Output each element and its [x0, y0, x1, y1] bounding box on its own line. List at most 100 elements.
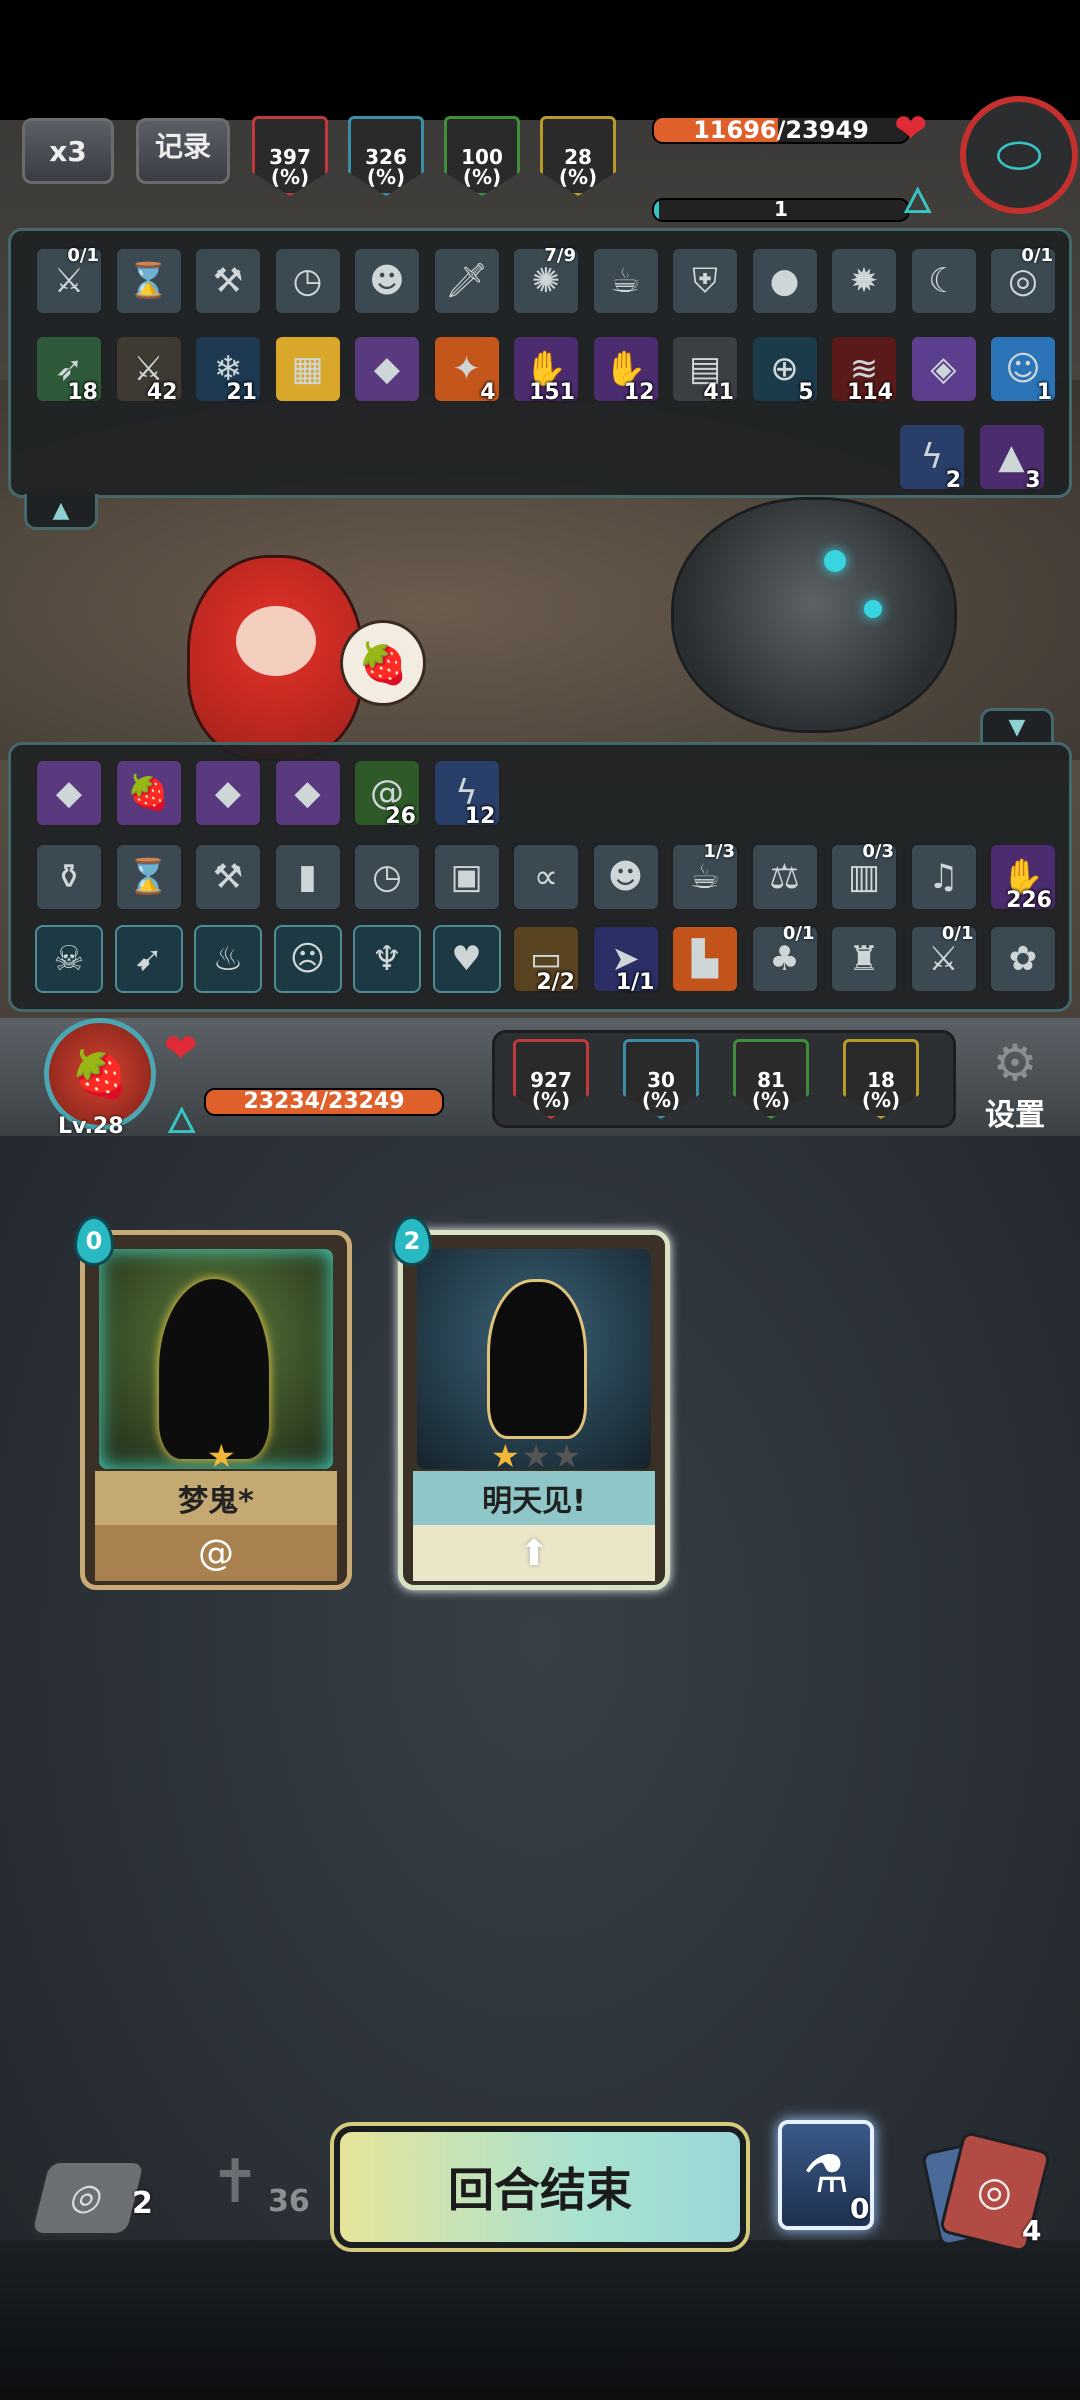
relic-slot[interactable]: ☾ — [909, 247, 978, 315]
relic-slot[interactable]: ◎ 0/1 — [989, 245, 1057, 315]
relic-slot[interactable]: ▥ 0/3 — [830, 841, 898, 911]
relic-slot[interactable]: ◷ — [353, 843, 421, 911]
relic-slot[interactable]: ☻ — [591, 843, 660, 911]
relic-slot[interactable]: ♣ 0/1 — [750, 923, 819, 993]
draw-pile[interactable]: ◎ — [28, 2160, 148, 2236]
claw-icon: ☾ — [928, 261, 959, 301]
relic-slot[interactable]: ❄ 21 — [194, 335, 262, 405]
relic-slot[interactable]: ⛨ — [671, 247, 739, 315]
draw-pile-count: 2 — [132, 2186, 153, 2221]
feather-knife-icon: ⚔ — [928, 939, 959, 979]
relic-slot[interactable]: ♆ — [353, 925, 421, 993]
heart-rune-icon: ♥ — [451, 939, 482, 979]
relic-slot[interactable]: ⚱ — [35, 843, 103, 911]
relic-slot[interactable]: ◆ — [35, 759, 103, 827]
stat-unit: (%) — [861, 1088, 901, 1112]
relic-slot[interactable]: ♜ — [830, 925, 898, 993]
relic-slot[interactable]: ✋ 12 — [591, 335, 660, 405]
relic-slot[interactable]: ● — [750, 247, 819, 315]
record-label: 记录 — [154, 130, 211, 163]
relic-slot[interactable]: ♫ — [909, 843, 978, 911]
collapse-player-relics-button[interactable]: ▼ — [980, 708, 1054, 744]
relic-slot[interactable]: ⚒ — [194, 247, 262, 315]
relic-slot[interactable]: 🍓 — [114, 759, 183, 827]
relic-slot[interactable]: ✦ 4 — [432, 335, 501, 405]
chevron-up-icon: ▲ — [52, 498, 70, 523]
relic-slot[interactable]: ◷ — [273, 247, 342, 315]
bottom-bar — [0, 2240, 1080, 2400]
record-button[interactable]: 记录 — [136, 118, 230, 184]
relic-slot[interactable]: ☻ — [353, 247, 421, 315]
relic-slot[interactable]: ➤ 1/1 — [591, 925, 660, 995]
relic-slot[interactable]: ▤ 41 — [671, 335, 739, 405]
enemy-energy-bar: 1 — [652, 198, 910, 222]
relic-slot[interactable]: ✹ — [830, 247, 898, 315]
relic-slot[interactable]: ☕ — [591, 247, 660, 315]
relic-slot[interactable]: ♨ — [194, 925, 262, 993]
relic-slot[interactable]: ⚖ — [750, 843, 819, 911]
relic-slot[interactable]: ⚔ 0/1 — [909, 923, 978, 993]
player-relic-panel: ◆ 🍓 ◆ ◆ @26 ϟ 12 ⚱ ⌛ ⚒ ▮ ◷ ▣ ∝ ☻ ☕ 1/3 ⚖ ▥ 0/3 ♫ ✋ 226 ☠ ➹ ♨ ☹ ♆ ♥… — [8, 742, 1072, 1012]
log-icon: ▮ — [298, 857, 317, 897]
enemy-portrait[interactable]: ⬭ — [960, 96, 1078, 214]
relic-slot[interactable]: ☺ 1 — [989, 335, 1057, 405]
purple-gem-icon: ◆ — [55, 773, 83, 813]
relic-slot[interactable]: ⌛ — [114, 843, 183, 911]
relic-slot[interactable]: ◆ — [353, 335, 421, 403]
face-rune-icon: ☹ — [289, 939, 326, 979]
relic-slot[interactable]: ☠ — [35, 925, 103, 993]
relic-slot[interactable]: ✋ 226 — [989, 843, 1057, 913]
relic-slot[interactable]: ▭ 2/2 — [512, 925, 580, 995]
relic-slot[interactable]: ≋ 114 — [830, 335, 898, 405]
card-see-you-tomorrow[interactable]: ★★★ 明天见! ⬆ — [398, 1230, 670, 1590]
relic-slot[interactable]: ☹ — [273, 925, 342, 993]
star-icon: ★ — [207, 1437, 236, 1475]
relic-slot[interactable]: ▙ — [671, 925, 739, 993]
relic-slot[interactable]: ◆ — [194, 759, 262, 827]
relic-count: 18 — [67, 380, 98, 405]
relic-slot[interactable]: @26 — [353, 759, 421, 829]
end-turn-button[interactable]: 回合结束 — [334, 2126, 746, 2248]
relic-slot[interactable]: ▦ — [273, 335, 342, 403]
relic-slot[interactable]: ➶ 18 — [35, 335, 103, 405]
relic-charges: 1/3 — [703, 841, 735, 862]
card-name: 梦鬼* — [95, 1471, 337, 1525]
relic-slot[interactable]: 🗡 — [432, 247, 501, 315]
card-dream-ghost[interactable]: ★ 梦鬼* @ — [80, 1230, 352, 1590]
cube-icon: ▣ — [450, 857, 483, 897]
enemy-defense-stat: 100 (%) — [444, 116, 520, 196]
relic-slot[interactable]: ⚔ 0/1 — [35, 245, 103, 315]
relic-slot[interactable]: ⚔ 42 — [114, 335, 183, 405]
relic-slot[interactable]: ✺ 7/9 — [512, 245, 580, 315]
enemy-energy-text: 1 — [774, 198, 788, 221]
relic-slot[interactable]: ϟ 12 — [432, 759, 501, 829]
speed-button[interactable]: x3 — [22, 118, 114, 184]
collapse-enemy-relics-button[interactable]: ▲ — [24, 494, 98, 530]
player-attack-stat: 927 (%) — [513, 1039, 589, 1119]
relic-slot[interactable]: ⚒ — [194, 843, 262, 911]
graveyard-button[interactable]: ✝ — [190, 2132, 280, 2232]
hammer-icon: ⚒ — [212, 261, 244, 301]
relic-slot[interactable]: ϟ2 — [898, 423, 966, 493]
relic-slot[interactable]: ⌛ — [114, 247, 183, 315]
relic-slot[interactable]: ⊕ 5 — [750, 335, 819, 405]
relic-slot[interactable]: ◆ — [273, 759, 342, 827]
star-icon: ★ — [491, 1437, 522, 1475]
relic-slot[interactable]: ▮ — [273, 843, 342, 911]
relic-slot[interactable]: ✋ 151 — [512, 335, 580, 405]
relic-slot[interactable]: ▣ — [432, 843, 501, 911]
relic-slot[interactable]: ◈ — [909, 335, 978, 403]
relic-slot[interactable]: ✿ — [989, 925, 1057, 993]
relic-slot[interactable]: ∝ — [512, 843, 580, 911]
strawberry-icon: 🍓 — [127, 773, 170, 813]
relic-slot[interactable]: ➹ — [114, 925, 183, 993]
boot-icon: ▙ — [691, 939, 719, 979]
relic-slot[interactable]: ☕ 1/3 — [671, 841, 739, 911]
enemy-rune-icon: ⬭ — [995, 123, 1043, 186]
settings-button[interactable]: ⚙ 设置 — [970, 1036, 1060, 1136]
relic-slot[interactable]: ▲ 3 — [977, 423, 1046, 493]
stat-value: 18 — [867, 1068, 895, 1092]
plant-icon: ♣ — [769, 939, 800, 979]
relic-slot[interactable]: ♥ — [432, 925, 501, 993]
grave-cross-icon: ✝ — [209, 2147, 261, 2217]
